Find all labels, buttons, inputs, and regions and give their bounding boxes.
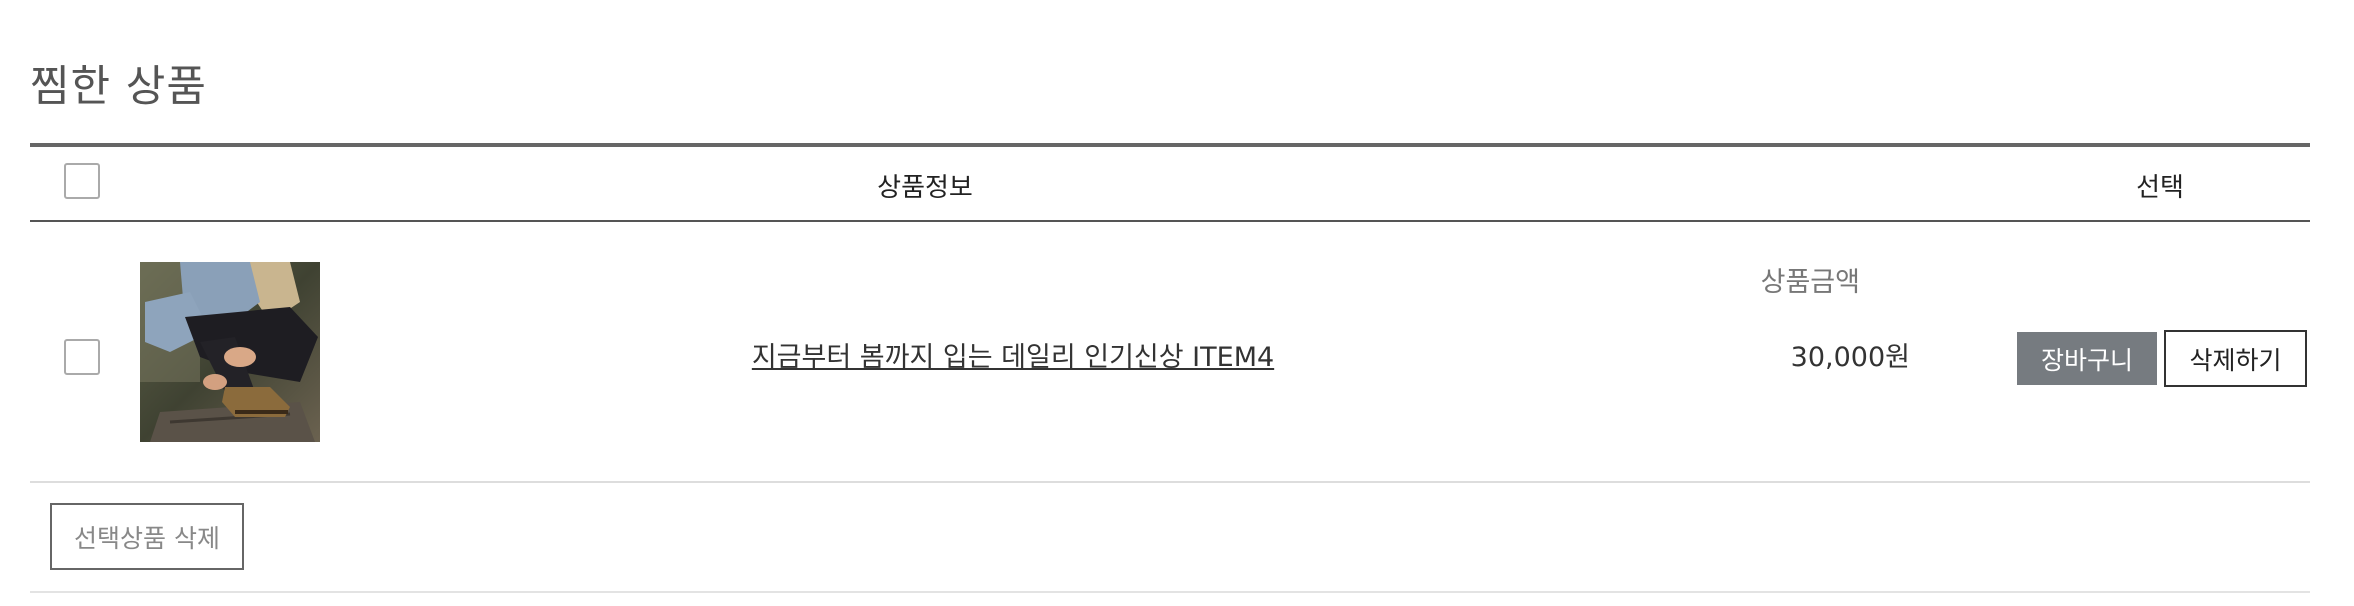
product-name-link[interactable]: 지금부터 봄까지 입는 데일리 인기신상 ITEM4 [752, 335, 1274, 374]
product-thumbnail[interactable] [140, 262, 320, 442]
select-all-checkbox[interactable] [64, 163, 100, 199]
column-header-select: 선택 [2136, 173, 2184, 203]
table-footer: 선택상품 삭제 [30, 483, 2310, 593]
wishlist-page: 찜한 상품 상품정보 상품금액 선택 지금부터 봄까지 입는 데일리 인기신상 … [0, 0, 2354, 606]
wishlist-table: 상품정보 상품금액 선택 지금부터 봄까지 입는 데일리 인기신상 ITEM4 … [30, 143, 2310, 593]
table-row: 지금부터 봄까지 입는 데일리 인기신상 ITEM4 30,000원 장바구니 … [30, 222, 2310, 483]
delete-item-button[interactable]: 삭제하기 [2164, 330, 2307, 387]
product-price: 30,000원 [1790, 342, 1910, 373]
delete-selected-button[interactable]: 선택상품 삭제 [50, 503, 244, 570]
table-header: 상품정보 상품금액 선택 [30, 143, 2310, 298]
item-checkbox[interactable] [64, 339, 100, 375]
page-title: 찜한 상품 [30, 62, 207, 112]
add-to-cart-button[interactable]: 장바구니 [2017, 332, 2157, 385]
column-header-product-info: 상품정보 [877, 173, 973, 203]
